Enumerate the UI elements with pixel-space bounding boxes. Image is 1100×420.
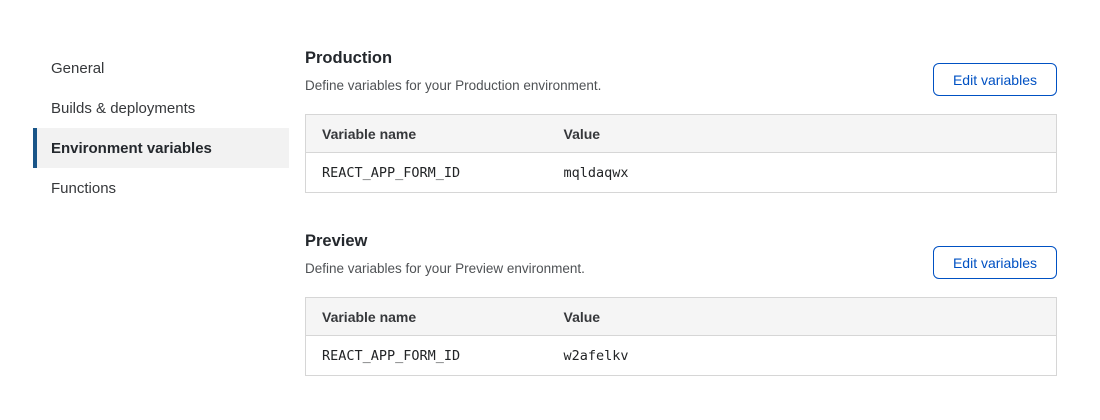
- edit-variables-button-preview[interactable]: Edit variables: [933, 246, 1057, 279]
- sidebar-item-general[interactable]: General: [33, 48, 289, 88]
- settings-sidebar: General Builds & deployments Environment…: [33, 48, 289, 208]
- table-row: REACT_APP_FORM_ID mqldaqwx: [306, 153, 1057, 193]
- sidebar-item-label: Environment variables: [51, 140, 212, 157]
- preview-section: Preview Define variables for your Previe…: [305, 231, 1057, 376]
- variable-name-cell: REACT_APP_FORM_ID: [306, 336, 548, 376]
- column-header-value: Value: [548, 298, 1057, 336]
- preview-variables-table: Variable name Value REACT_APP_FORM_ID w2…: [305, 297, 1057, 376]
- environment-variables-settings-page: { "sidebar": { "items": [ { "label": "Ge…: [0, 0, 1100, 420]
- sidebar-item-environment-variables[interactable]: Environment variables: [33, 128, 289, 168]
- table-header-row: Variable name Value: [306, 115, 1057, 153]
- variable-value-cell: mqldaqwx: [548, 153, 1057, 193]
- column-header-variable-name: Variable name: [306, 115, 548, 153]
- column-header-value: Value: [548, 115, 1057, 153]
- sidebar-item-label: Builds & deployments: [51, 100, 195, 117]
- production-variables-table: Variable name Value REACT_APP_FORM_ID mq…: [305, 114, 1057, 193]
- table-header-row: Variable name Value: [306, 298, 1057, 336]
- sidebar-item-functions[interactable]: Functions: [33, 168, 289, 208]
- variable-value-cell: w2afelkv: [548, 336, 1057, 376]
- column-header-variable-name: Variable name: [306, 298, 548, 336]
- edit-variables-button-production[interactable]: Edit variables: [933, 63, 1057, 96]
- sidebar-item-label: General: [51, 60, 104, 77]
- sidebar-item-label: Functions: [51, 180, 116, 197]
- sidebar-item-builds-deployments[interactable]: Builds & deployments: [33, 88, 289, 128]
- production-section: Production Define variables for your Pro…: [305, 48, 1057, 193]
- main-content: Production Define variables for your Pro…: [305, 48, 1057, 376]
- variable-name-cell: REACT_APP_FORM_ID: [306, 153, 548, 193]
- table-row: REACT_APP_FORM_ID w2afelkv: [306, 336, 1057, 376]
